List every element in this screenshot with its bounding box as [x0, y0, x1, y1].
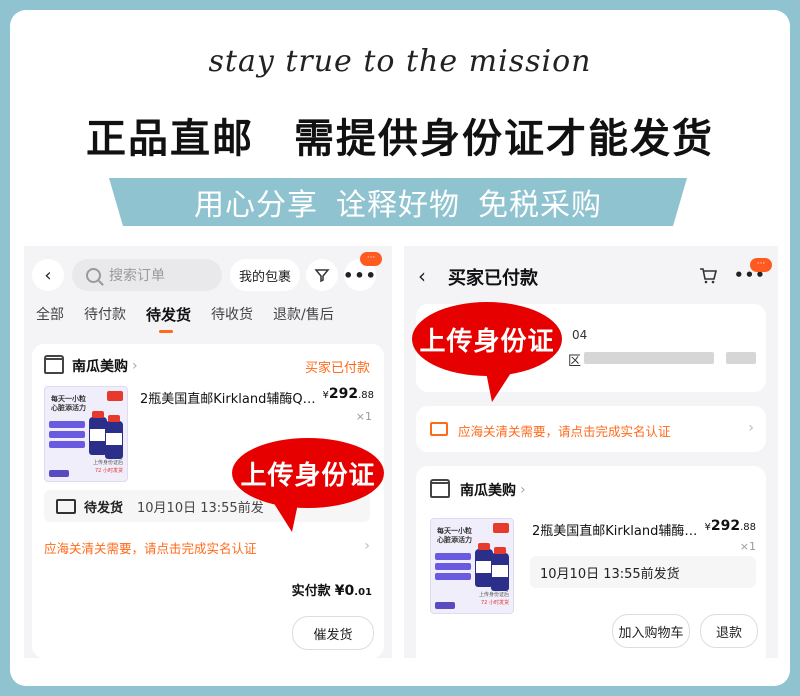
bottle-icon [491, 547, 509, 591]
product-quantity: ×1 [739, 540, 756, 553]
product-quantity: ×1 [355, 410, 372, 423]
order-tabs: 全部 待付款 待发货 待收货 退款/售后 [24, 304, 392, 338]
tab-pending-payment[interactable]: 待付款 [84, 304, 126, 338]
left-screenshot: ‹ 搜索订单 我的包裹 ••• ··· 全部 待付款 待发货 待收货 退款/售后 [24, 246, 392, 658]
promo-card: stay true to the mission 正品直邮 需提供身份证才能发货 … [10, 10, 790, 686]
shop-icon [430, 479, 450, 498]
paid-label: 实付款 [291, 584, 331, 599]
active-tab-indicator [159, 330, 173, 333]
product-image[interactable]: 每天一小粒 心脏添活力 上传身份证后 72 小时发货 [44, 386, 128, 482]
product-image-tag [435, 563, 471, 570]
product-image-tag [49, 431, 85, 438]
product-image-title: 每天一小粒 心脏添活力 [437, 527, 472, 544]
banner: 用心分享 诠释好物 免税采购 [109, 178, 687, 226]
callout-tail [268, 494, 300, 532]
promo-tag [107, 391, 123, 401]
bottle-icon [105, 415, 123, 459]
product-image-hours: 72 小时发货 [481, 600, 509, 606]
right-screenshot: ‹ 买家已付款 ••• ··· 04 区 应海关清关需要，请点击完成实名认证 ›… [404, 246, 778, 658]
price-dec: .88 [740, 522, 756, 533]
left-topbar: ‹ 搜索订单 我的包裹 ••• ··· [24, 246, 392, 300]
chevron-right-icon: › [364, 538, 370, 554]
upload-id-callout: 上传身份证 [232, 438, 384, 508]
blurred-address [584, 352, 714, 364]
cart-icon[interactable] [698, 266, 718, 286]
chevron-right-icon: › [132, 358, 138, 374]
address-prefix: 区 [568, 354, 582, 369]
shipping-label: 待发货 [84, 500, 124, 516]
my-packages-button[interactable]: 我的包裹 [230, 259, 300, 291]
id-card-icon [430, 422, 448, 436]
brand-logo [49, 470, 69, 477]
product-image-tag [435, 573, 471, 580]
banner-text-2: 诠释好物 [336, 188, 460, 223]
shop-name: 南瓜美购 [72, 359, 128, 375]
back-icon: ‹ [44, 264, 52, 286]
banner-text-3: 免税采购 [478, 188, 602, 223]
headline: 正品直邮 需提供身份证才能发货 [10, 106, 790, 164]
promo-tag [493, 523, 509, 533]
shop-header[interactable]: 南瓜美购 › [44, 355, 138, 376]
order-card[interactable]: 南瓜美购 › 每天一小粒 心脏添活力 上传身份证后 72 小时发货 2瓶美国直邮… [416, 466, 766, 658]
customs-card[interactable]: 应海关清关需要，请点击完成实名认证 › [416, 406, 766, 452]
shop-name: 南瓜美购 [460, 483, 516, 499]
price-int: 292 [328, 386, 359, 402]
more-badge: ··· [750, 258, 772, 272]
customs-notice: 应海关清关需要，请点击完成实名认证 [458, 424, 671, 439]
slogan: stay true to the mission [208, 44, 592, 79]
product-image-tag [49, 421, 85, 428]
refund-button[interactable]: 退款 [700, 614, 758, 648]
search-placeholder: 搜索订单 [109, 268, 165, 284]
back-button[interactable]: ‹ [32, 259, 64, 291]
truck-icon [56, 498, 76, 514]
shipping-time: 10月10日 13:55前发 [137, 500, 264, 516]
filter-icon [314, 269, 330, 283]
price-int: 292 [710, 518, 741, 534]
more-icon: ••• [343, 265, 377, 285]
tab-all[interactable]: 全部 [36, 304, 64, 338]
headline-right: 需提供身份证才能发货 [294, 116, 714, 162]
back-icon[interactable]: ‹ [418, 264, 426, 288]
search-icon [86, 267, 101, 283]
product-image-footer: 上传身份证后 [93, 460, 124, 466]
product-image-tag [435, 553, 471, 560]
tab-refund[interactable]: 退款/售后 [273, 304, 334, 338]
banner-text-1: 用心分享 [194, 188, 318, 223]
shipping-bar: 10月10日 13:55前发货 [530, 556, 756, 588]
filter-button[interactable] [306, 259, 338, 291]
product-title[interactable]: 2瓶美国直邮Kirkland辅酶… [532, 520, 708, 539]
product-image[interactable]: 每天一小粒 心脏添活力 上传身份证后 72 小时发货 [430, 518, 514, 614]
customs-notice[interactable]: 应海关清关需要，请点击完成实名认证 [44, 538, 257, 557]
shipping-time: 10月10日 13:55前发货 [540, 566, 680, 582]
shop-icon [44, 355, 64, 374]
address-fragment: 04 [572, 328, 588, 342]
blurred-address [726, 352, 756, 364]
product-price: ¥292.88 [322, 386, 374, 402]
product-image-hours: 72 小时发货 [95, 468, 123, 474]
chevron-right-icon: › [748, 420, 754, 436]
page-title: 买家已付款 [448, 268, 538, 289]
shop-header[interactable]: 南瓜美购 › [430, 479, 526, 500]
search-input[interactable]: 搜索订单 [72, 259, 222, 291]
add-to-cart-button[interactable]: 加入购物车 [612, 614, 690, 648]
brand-logo [435, 602, 455, 609]
paid-dec: .01 [354, 587, 372, 598]
product-image-footer: 上传身份证后 [479, 592, 510, 598]
more-badge: ··· [360, 252, 382, 266]
callout-tail [484, 362, 518, 402]
paid-int: ¥0 [334, 583, 355, 599]
product-image-title: 每天一小粒 心脏添活力 [51, 395, 86, 412]
price-dec: .88 [358, 390, 374, 401]
urge-shipment-button[interactable]: 催发货 [292, 616, 374, 650]
tab-pending-receipt[interactable]: 待收货 [211, 304, 253, 338]
product-price: ¥292.88 [704, 518, 756, 534]
product-title[interactable]: 2瓶美国直邮Kirkland辅酶Q… [140, 388, 320, 407]
product-image-tag [49, 441, 85, 448]
chevron-right-icon: › [520, 482, 526, 498]
paid-amount: 实付款 ¥0.01 [292, 580, 372, 599]
order-status: 买家已付款 [304, 361, 370, 376]
headline-left: 正品直邮 [86, 116, 254, 162]
